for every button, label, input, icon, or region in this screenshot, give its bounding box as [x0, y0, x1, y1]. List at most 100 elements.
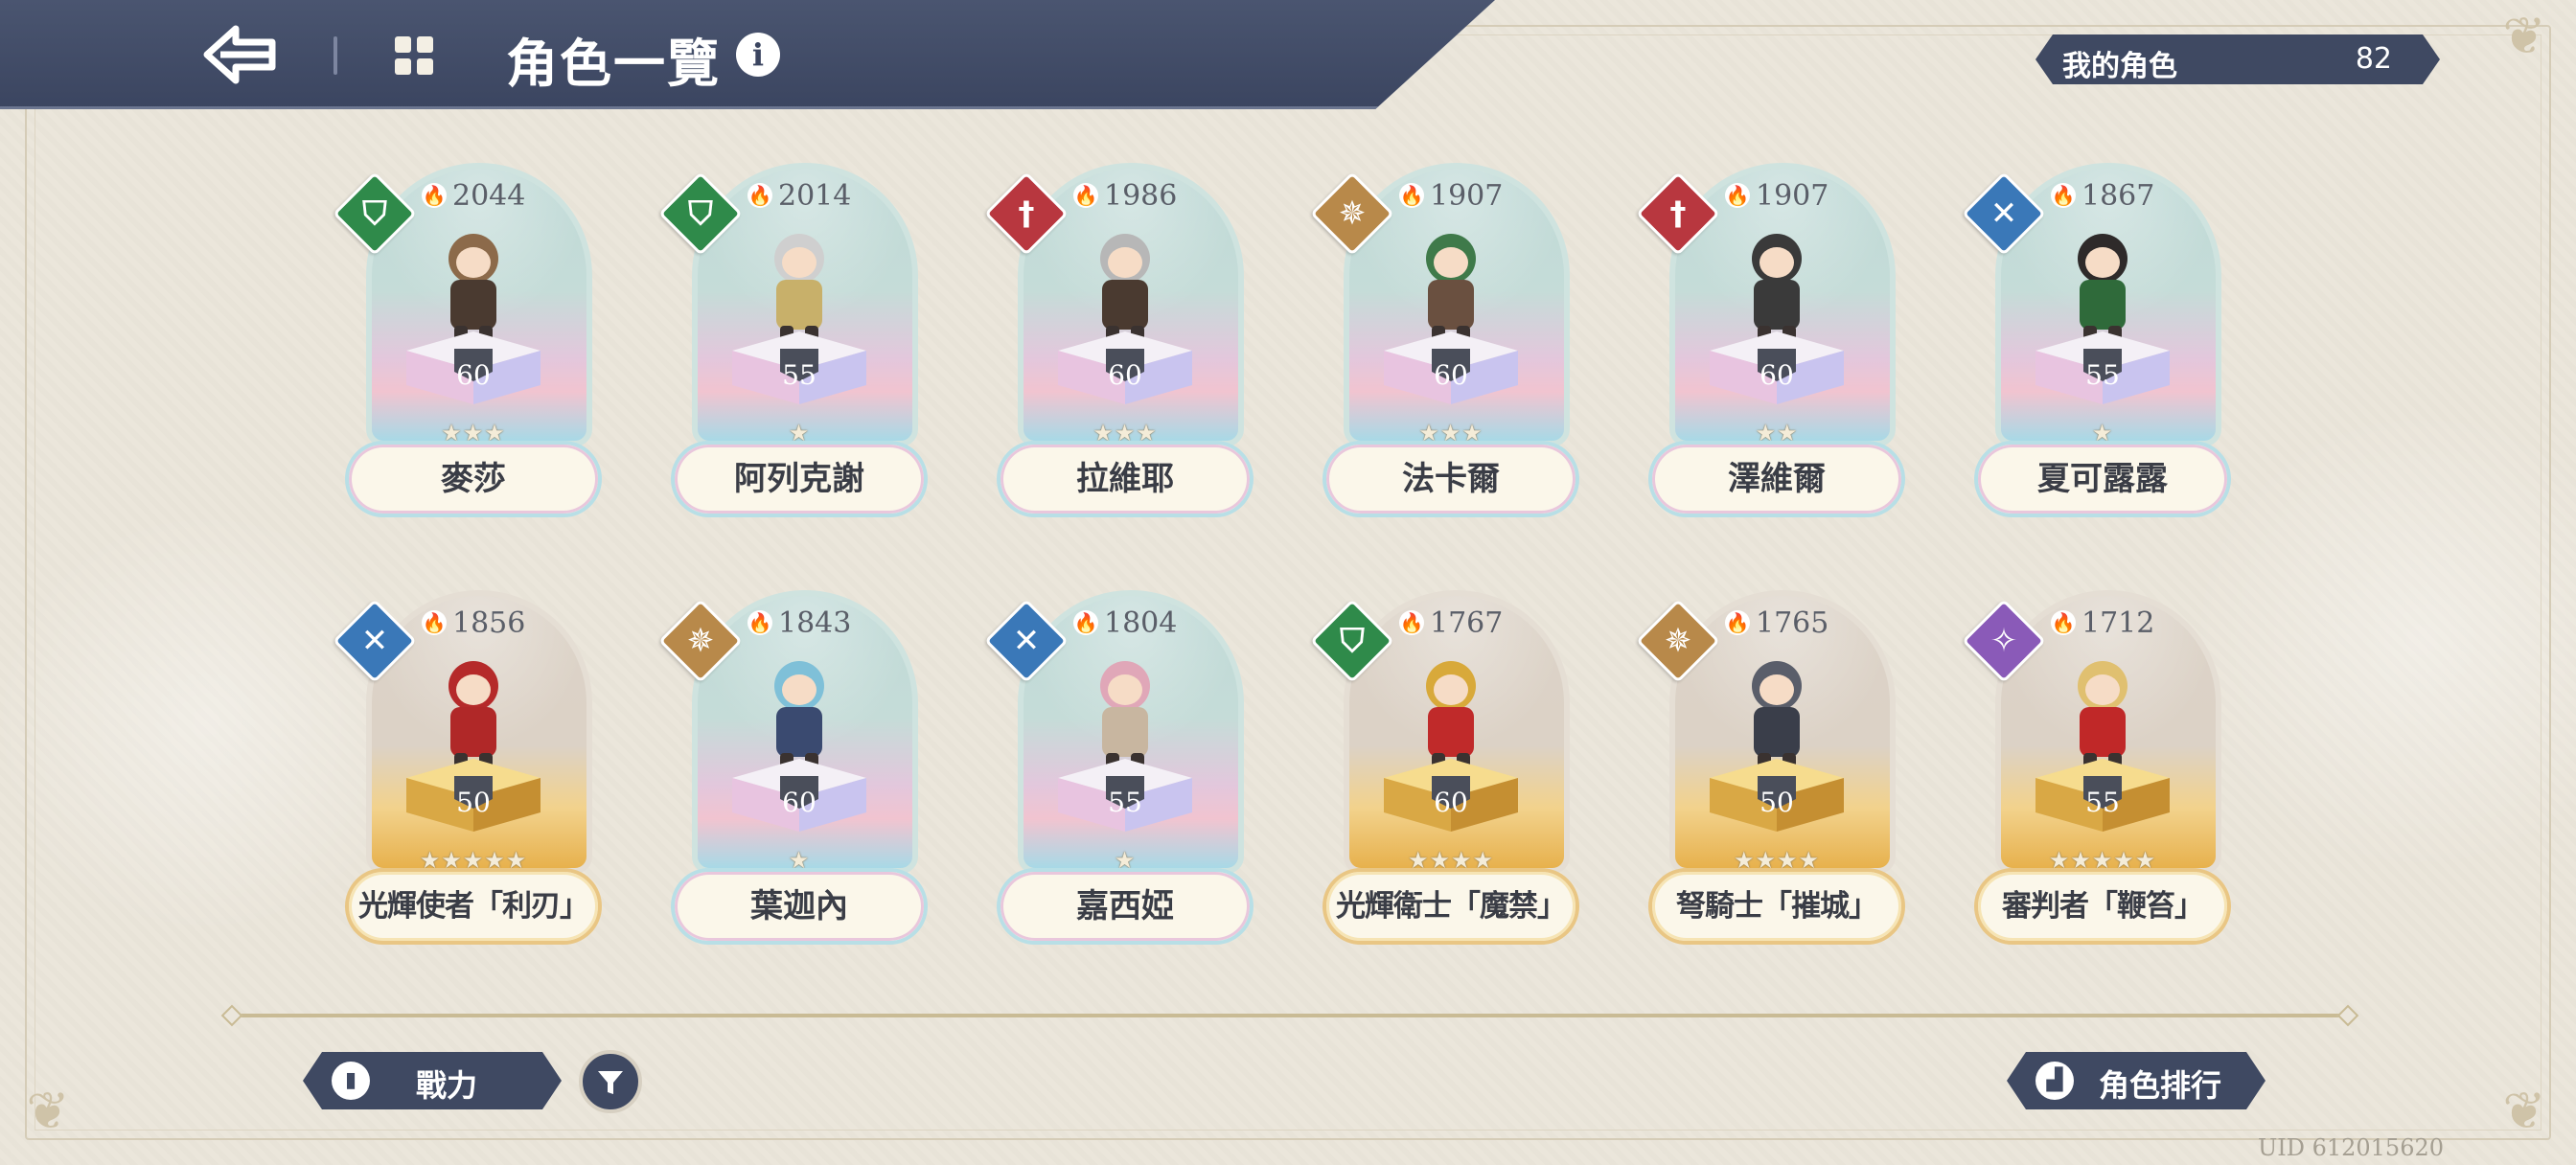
flame-icon: 🔥 — [422, 610, 447, 635]
character-card[interactable]: † 🔥 1986 60 ★★★ 拉維耶 — [984, 163, 1254, 537]
cross-attribute-icon: ✕ — [360, 622, 389, 660]
power-value: 1907 — [1430, 178, 1504, 213]
power-value: 1767 — [1430, 605, 1504, 640]
character-name: 審判者「鞭笞」 — [1974, 868, 2231, 945]
my-characters-counter: 我的角色 82 — [2036, 34, 2440, 84]
character-card[interactable]: ✵ 🔥 1765 50 ★★★★ 弩騎士「摧城」 — [1636, 590, 1905, 964]
combat-power: 🔥 1907 — [1725, 176, 1828, 215]
filter-icon — [598, 1071, 623, 1094]
flame-icon: 🔥 — [1399, 183, 1424, 208]
power-value: 1856 — [452, 605, 526, 640]
cross-attribute-icon: ✕ — [1012, 622, 1041, 660]
my-characters-count: 82 — [2355, 42, 2392, 76]
combat-power: 🔥 2014 — [748, 176, 851, 215]
filter-button[interactable] — [579, 1050, 642, 1113]
level-value: 55 — [2085, 359, 2120, 391]
flame-icon: 🔥 — [1073, 183, 1098, 208]
character-card[interactable]: ✵ 🔥 1843 60 ★ 葉迦內 — [658, 590, 928, 964]
level-value: 55 — [2085, 787, 2120, 818]
character-card[interactable]: ⛉ 🔥 1767 60 ★★★★ 光輝衛士「魔禁」 — [1310, 590, 1579, 964]
shield-attribute-icon: ⛉ — [688, 194, 713, 233]
compass-attribute-icon: ✵ — [1338, 194, 1367, 233]
power-value: 1712 — [2082, 605, 2155, 640]
flame-icon: 🔥 — [2051, 183, 2076, 208]
combat-power: 🔥 1907 — [1399, 176, 1503, 215]
character-card[interactable]: ⛉ 🔥 2014 55 ★ 阿列克謝 — [658, 163, 928, 537]
character-card[interactable]: ✧ 🔥 1712 55 ★★★★★ 審判者「鞭笞」 — [1962, 590, 2231, 964]
power-value: 1765 — [1756, 605, 1829, 640]
flame-icon: 🔥 — [748, 610, 772, 635]
bar-chart-icon: ▮ — [332, 1062, 370, 1100]
combat-power: 🔥 1856 — [422, 604, 525, 642]
level-value: 60 — [456, 359, 491, 391]
character-name: 嘉西婭 — [997, 868, 1254, 945]
power-value: 1843 — [778, 605, 852, 640]
flame-icon: 🔥 — [1073, 610, 1098, 635]
character-card[interactable]: † 🔥 1907 60 ★★ 澤維爾 — [1636, 163, 1905, 537]
level-value: 50 — [456, 787, 491, 818]
ranking-label: 角色排行 — [2099, 1067, 2222, 1104]
cross-attribute-icon: ✕ — [1990, 194, 2018, 233]
combat-power: 🔥 1843 — [748, 604, 851, 642]
character-name: 麥莎 — [345, 441, 602, 517]
level-value: 60 — [1434, 359, 1468, 391]
character-name: 拉維耶 — [997, 441, 1254, 517]
power-value: 2014 — [778, 178, 852, 213]
character-card[interactable]: ✵ 🔥 1907 60 ★★★ 法卡爾 — [1310, 163, 1579, 537]
power-value: 1907 — [1756, 178, 1829, 213]
corner-ornament-icon: ❦ — [26, 1081, 70, 1141]
header-separator — [334, 36, 337, 75]
power-value: 1867 — [2082, 178, 2155, 213]
back-arrow-icon — [203, 25, 276, 84]
character-name: 光輝衛士「魔禁」 — [1322, 868, 1579, 945]
character-name: 澤維爾 — [1648, 441, 1905, 517]
power-value: 2044 — [452, 178, 526, 213]
layout-grid-button[interactable] — [393, 34, 435, 77]
sort-by-power-button[interactable]: ▮ 戰力 — [303, 1052, 562, 1109]
grid-icon — [395, 36, 433, 75]
combat-power: 🔥 1986 — [1073, 176, 1177, 215]
shield-attribute-icon: ⛉ — [1340, 622, 1365, 660]
flame-icon: 🔥 — [422, 183, 447, 208]
power-value: 1986 — [1104, 178, 1178, 213]
combat-power: 🔥 1765 — [1725, 604, 1828, 642]
character-name: 夏可露露 — [1974, 441, 2231, 517]
flame-icon: 🔥 — [2051, 610, 2076, 635]
character-name: 阿列克謝 — [671, 441, 928, 517]
compass-attribute-icon: ✵ — [1664, 622, 1692, 660]
page-title: 角色一覽 — [506, 34, 721, 94]
flame-icon: 🔥 — [748, 183, 772, 208]
character-card[interactable]: ✕ 🔥 1804 55 ★ 嘉西婭 — [984, 590, 1254, 964]
magic-attribute-icon: ✧ — [1990, 622, 2018, 660]
character-card[interactable]: ✕ 🔥 1856 50 ★★★★★ 光輝使者「利刃」 — [333, 590, 602, 964]
user-id: UID 612015620 — [2258, 1134, 2445, 1161]
corner-ornament-icon: ❦ — [2502, 1081, 2546, 1141]
sword-attribute-icon: † — [1669, 194, 1687, 233]
combat-power: 🔥 2044 — [422, 176, 525, 215]
level-value: 60 — [1760, 359, 1794, 391]
corner-ornament-icon: ❦ — [2502, 6, 2546, 66]
level-value: 55 — [1108, 787, 1142, 818]
level-value: 55 — [782, 359, 816, 391]
podium-icon: ▟ — [2036, 1062, 2074, 1100]
my-characters-label: 我的角色 — [2062, 50, 2177, 83]
character-card[interactable]: ⛉ 🔥 2044 60 ★★★ 麥莎 — [333, 163, 602, 537]
flame-icon: 🔥 — [1725, 610, 1750, 635]
character-name: 弩騎士「摧城」 — [1648, 868, 1905, 945]
info-icon[interactable]: i — [736, 33, 780, 77]
power-value: 1804 — [1104, 605, 1178, 640]
character-ranking-button[interactable]: ▟ 角色排行 — [2007, 1052, 2266, 1109]
flame-icon: 🔥 — [1399, 610, 1424, 635]
level-value: 50 — [1760, 787, 1794, 818]
character-name: 葉迦內 — [671, 868, 928, 945]
sword-attribute-icon: † — [1018, 194, 1035, 233]
combat-power: 🔥 1712 — [2051, 604, 2154, 642]
combat-power: 🔥 1767 — [1399, 604, 1503, 642]
divider-line — [230, 1014, 2348, 1017]
character-name: 光輝使者「利刃」 — [345, 868, 602, 945]
character-name: 法卡爾 — [1322, 441, 1579, 517]
character-card[interactable]: ✕ 🔥 1867 55 ★ 夏可露露 — [1962, 163, 2231, 537]
sort-label: 戰力 — [416, 1067, 478, 1104]
back-button[interactable] — [201, 21, 278, 88]
level-value: 60 — [782, 787, 816, 818]
